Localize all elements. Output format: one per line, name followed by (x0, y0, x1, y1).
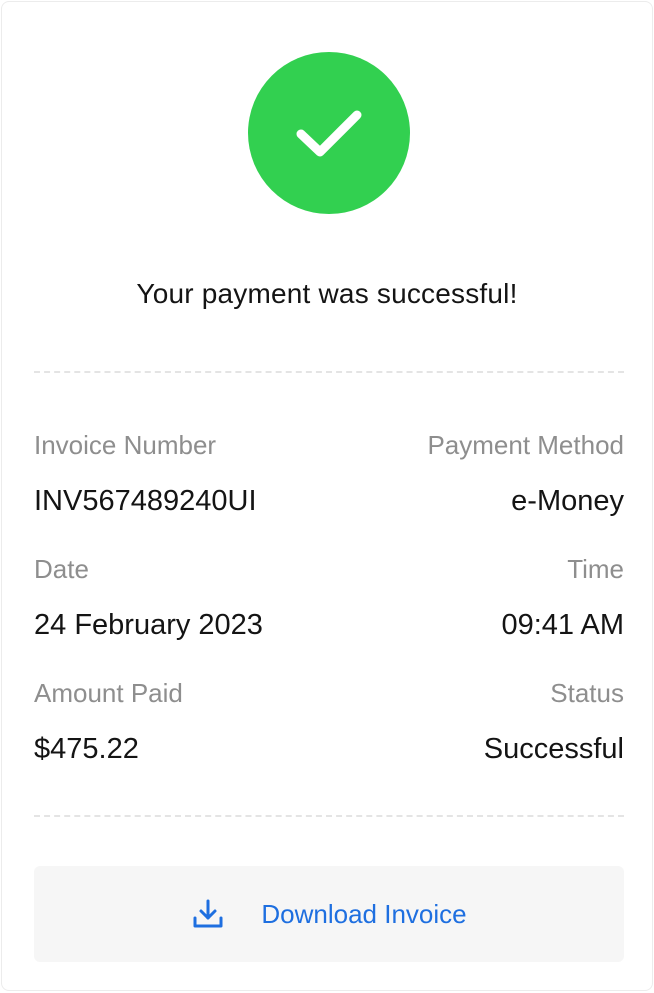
invoice-number-block: Invoice Number INV567489240UI (34, 430, 257, 518)
time-label: Time (567, 554, 624, 584)
check-circle-icon (248, 52, 410, 214)
payment-success-headline: Your payment was successful! (136, 278, 518, 309)
invoice-number-label: Invoice Number (34, 430, 217, 460)
time-value: 09:41 AM (501, 609, 624, 641)
amount-paid-value: $475.22 (34, 733, 139, 765)
date-value: 24 February 2023 (34, 609, 263, 641)
details-row-amount: Amount Paid $475.22 Status Successful (34, 678, 624, 766)
details-row-datetime: Date 24 February 2023 Time 09:41 AM (34, 554, 624, 642)
payment-method-label: Payment Method (427, 430, 624, 460)
download-invoice-label: Download Invoice (261, 898, 467, 929)
download-invoice-button[interactable]: Download Invoice (34, 866, 624, 962)
status-value: Successful (483, 733, 624, 765)
status-label: Status (550, 678, 624, 708)
date-block: Date 24 February 2023 (34, 554, 263, 642)
dashed-divider (34, 815, 624, 817)
date-label: Date (34, 554, 89, 584)
checkmark-icon (296, 110, 362, 157)
status-block: Status Successful (484, 678, 624, 766)
payment-method-block: Payment Method e-Money (427, 430, 624, 518)
details-row-invoice: Invoice Number INV567489240UI Payment Me… (34, 430, 624, 518)
time-block: Time 09:41 AM (501, 554, 624, 642)
amount-paid-label: Amount Paid (34, 678, 183, 708)
payment-success-card: Your payment was successful! Invoice Num… (1, 1, 653, 991)
invoice-number-value: INV567489240UI (34, 485, 257, 517)
download-icon (191, 897, 225, 931)
amount-paid-block: Amount Paid $475.22 (34, 678, 183, 766)
payment-method-value: e-Money (511, 485, 624, 517)
dashed-divider (34, 371, 624, 373)
